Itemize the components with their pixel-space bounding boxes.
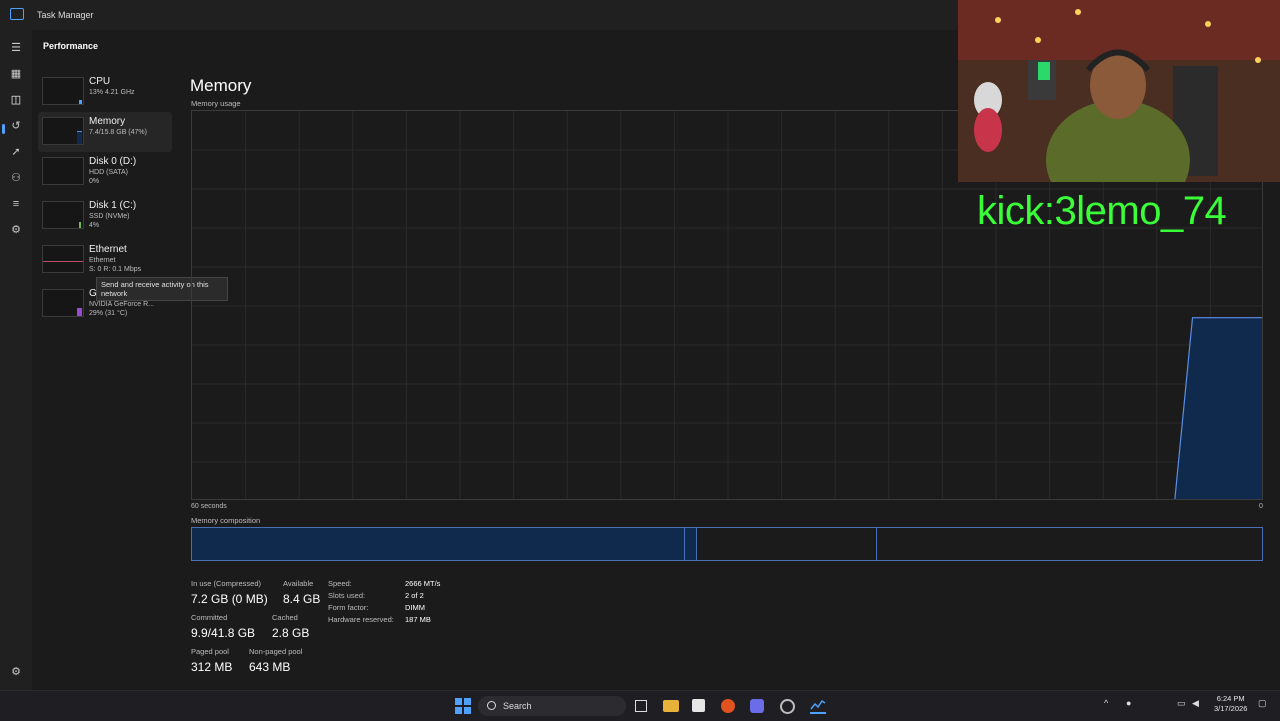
gpu-thumbnail-graph bbox=[42, 289, 84, 317]
speed-key: Speed: bbox=[328, 579, 352, 588]
task-view-icon[interactable] bbox=[635, 700, 647, 712]
disk1-thumbnail-graph bbox=[42, 201, 84, 229]
taskbar: Search ^ ● ▭ ◀ 6:24 PM 3/17/2026 ▢ bbox=[0, 690, 1280, 721]
clock[interactable]: 6:24 PM 3/17/2026 bbox=[1214, 694, 1247, 714]
task-manager-taskbar-icon[interactable] bbox=[810, 698, 826, 714]
firefox-icon[interactable] bbox=[721, 699, 735, 713]
resource-item-cpu[interactable]: CPU 13% 4.21 GHz bbox=[38, 72, 172, 112]
memory-composition-bar bbox=[191, 527, 1263, 561]
resource-name: Disk 1 (C:) bbox=[89, 200, 137, 211]
stream-overlay-text: kick:3lemo_74 bbox=[977, 189, 1227, 233]
available-value: 8.4 GB bbox=[283, 592, 321, 606]
memory-composition-label: Memory composition bbox=[191, 516, 261, 525]
graph-time-span-label: 60 seconds bbox=[191, 503, 227, 510]
paged-pool-value: 312 MB bbox=[191, 660, 233, 674]
clock-date: 3/17/2026 bbox=[1214, 704, 1248, 713]
resource-detail: NVIDIA GeForce R... bbox=[89, 301, 154, 308]
teams-icon[interactable] bbox=[750, 699, 764, 713]
nonpaged-pool-value: 643 MB bbox=[249, 660, 291, 674]
resource-usage: S: 0 R: 0.1 Mbps bbox=[89, 266, 142, 273]
resource-item-disk1[interactable]: Disk 1 (C:) SSD (NVMe) 4% bbox=[38, 196, 172, 236]
committed-value: 9.9/41.8 GB bbox=[191, 626, 256, 640]
cached-label: Cached bbox=[272, 613, 298, 622]
users-icon[interactable]: ⚇ bbox=[8, 170, 24, 186]
graph-zero-label: 0 bbox=[1259, 503, 1263, 510]
resource-name: Disk 0 (D:) bbox=[89, 156, 137, 167]
notification-icon[interactable]: ▢ bbox=[1258, 698, 1274, 714]
startup-apps-icon[interactable]: ➚ bbox=[8, 144, 24, 160]
resource-detail: Ethernet bbox=[89, 257, 116, 264]
paged-pool-label: Paged pool bbox=[191, 647, 229, 656]
start-icon[interactable] bbox=[455, 698, 471, 714]
resource-usage: 4% bbox=[89, 222, 100, 229]
available-label: Available bbox=[283, 579, 314, 588]
file-explorer-icon[interactable] bbox=[663, 700, 679, 712]
resource-item-disk0[interactable]: Disk 0 (D:) HDD (SATA) 0% bbox=[38, 152, 172, 192]
task-manager-icon bbox=[10, 8, 24, 20]
resource-detail: 7.4/15.8 GB (47%) bbox=[89, 129, 147, 136]
nonpaged-pool-label: Non-paged pool bbox=[249, 647, 303, 656]
disk0-thumbnail-graph bbox=[42, 157, 84, 185]
search-placeholder: Search bbox=[503, 701, 532, 711]
composition-in-use bbox=[192, 528, 684, 560]
resource-detail: SSD (NVMe) bbox=[89, 213, 130, 220]
cached-value: 2.8 GB bbox=[272, 626, 310, 640]
chevron-up-icon[interactable]: ^ bbox=[1104, 698, 1120, 714]
committed-label: Committed bbox=[191, 613, 228, 622]
slots-key: Slots used: bbox=[328, 591, 366, 600]
form-factor-key: Form factor: bbox=[328, 603, 369, 612]
hardware-reserved-value: 187 MB bbox=[405, 615, 431, 624]
memory-usage-label: Memory usage bbox=[191, 99, 241, 108]
speed-value: 2666 MT/s bbox=[405, 579, 441, 588]
nav-rail: ☰ ▦ ◫ ↺ ➚ ⚇ ≡ ⚙ bbox=[0, 30, 32, 690]
resource-name: Memory bbox=[89, 116, 126, 127]
settings-icon[interactable]: ⚙ bbox=[8, 665, 24, 681]
ethernet-thumbnail-graph bbox=[42, 245, 84, 273]
resource-name: Ethernet bbox=[89, 244, 127, 255]
resource-detail: HDD (SATA) bbox=[89, 169, 129, 176]
processes-icon[interactable]: ▦ bbox=[8, 66, 24, 82]
app-history-icon[interactable]: ↺ bbox=[8, 118, 24, 134]
search-icon bbox=[487, 701, 496, 710]
nav-selection-indicator bbox=[2, 124, 5, 134]
services-icon[interactable]: ⚙ bbox=[8, 222, 24, 238]
details-icon[interactable]: ≡ bbox=[8, 196, 24, 212]
cpu-thumbnail-graph bbox=[42, 77, 84, 105]
composition-standby bbox=[696, 528, 877, 560]
form-factor-value: DIMM bbox=[405, 603, 425, 612]
in-use-label: In use (Compressed) bbox=[191, 579, 262, 588]
window-title: Task Manager bbox=[37, 10, 94, 20]
resource-name: CPU bbox=[89, 76, 111, 87]
page-header: Performance bbox=[43, 41, 99, 51]
composition-free bbox=[877, 528, 1262, 560]
volume-icon[interactable]: ◀ bbox=[1192, 698, 1208, 714]
resource-item-memory[interactable]: Memory 7.4/15.8 GB (47%) bbox=[38, 112, 172, 152]
resource-item-ethernet[interactable]: Ethernet Ethernet S: 0 R: 0.1 Mbps bbox=[38, 240, 172, 280]
resource-usage: 29% (31 °C) bbox=[89, 310, 128, 317]
panel-title: Memory bbox=[190, 76, 252, 95]
resource-detail: 13% 4.21 GHz bbox=[89, 89, 135, 96]
hardware-reserved-key: Hardware reserved: bbox=[328, 615, 394, 624]
microphone-icon[interactable]: ● bbox=[1126, 698, 1142, 714]
slots-value: 2 of 2 bbox=[405, 591, 424, 600]
network-icon[interactable]: ▭ bbox=[1177, 698, 1193, 714]
resource-usage: 0% bbox=[89, 178, 100, 185]
performance-icon[interactable]: ◫ bbox=[8, 92, 24, 108]
taskbar-search[interactable]: Search bbox=[478, 696, 626, 716]
app-icon[interactable] bbox=[780, 699, 795, 714]
memory-thumbnail-graph bbox=[42, 117, 84, 145]
hamburger-menu-icon[interactable]: ☰ bbox=[8, 40, 24, 56]
webcam-image bbox=[958, 0, 1280, 182]
webcam-overlay bbox=[958, 0, 1280, 182]
clock-time: 6:24 PM bbox=[1216, 694, 1245, 703]
in-use-value: 7.2 GB (0 MB) bbox=[191, 592, 268, 606]
store-icon[interactable] bbox=[692, 699, 705, 712]
